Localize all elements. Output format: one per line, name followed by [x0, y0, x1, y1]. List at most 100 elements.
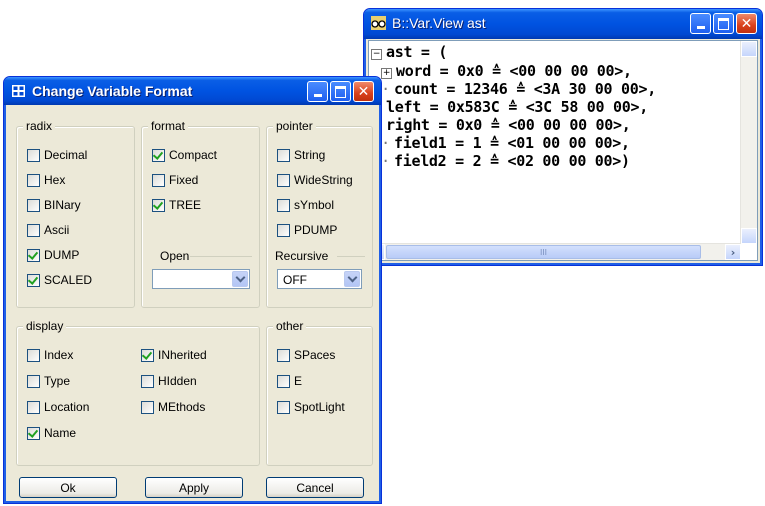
- radix-hex-checkbox[interactable]: Hex: [27, 172, 65, 188]
- scroll-right-button[interactable]: ›: [725, 244, 741, 260]
- var-view-titlebar[interactable]: B::Var.View ast ✕: [364, 9, 762, 39]
- display-group: display Index Type Location Name INherit…: [16, 319, 260, 466]
- tree-line[interactable]: · count = 12346 ≙ <3A 30 00 00>,: [381, 81, 656, 98]
- minimize-button[interactable]: [307, 81, 328, 102]
- radix-dump-checkbox[interactable]: DUMP: [27, 247, 79, 263]
- checkbox-box[interactable]: [152, 198, 165, 212]
- dialog-body: radix Decimal Hex BINary Ascii DUMP SCAL…: [8, 106, 377, 499]
- vertical-scrollbar[interactable]: [740, 41, 757, 244]
- dialog-titlebar[interactable]: Change Variable Format ✕: [4, 77, 381, 105]
- horizontal-scroll-thumb[interactable]: III: [386, 245, 701, 259]
- other-spaces-checkbox[interactable]: SPaces: [277, 347, 335, 363]
- chevron-down-icon[interactable]: [344, 271, 360, 287]
- cancel-button[interactable]: Cancel: [266, 477, 364, 498]
- close-icon: ✕: [740, 15, 753, 32]
- radix-group: radix Decimal Hex BINary Ascii DUMP SCAL…: [16, 119, 135, 308]
- radix-ascii-checkbox[interactable]: Ascii: [27, 222, 69, 238]
- tree-line[interactable]: · field1 = 1 ≙ <01 00 00 00>,: [381, 135, 630, 152]
- checkbox-box[interactable]: [277, 198, 290, 212]
- minimize-button[interactable]: [690, 13, 711, 34]
- tree-line[interactable]: − ast = (: [371, 44, 447, 61]
- open-select[interactable]: [152, 269, 250, 289]
- checkbox-box[interactable]: [27, 273, 40, 287]
- checkbox-label: Hex: [44, 173, 66, 187]
- checkbox-box[interactable]: [141, 400, 154, 414]
- checkbox-box[interactable]: [27, 198, 40, 212]
- var-view-content[interactable]: − ast = ( + word = 0x0 ≙ <00 00 00 00>, · c…: [368, 40, 758, 261]
- radix-decimal-checkbox[interactable]: Decimal: [27, 147, 87, 163]
- checkbox-box[interactable]: [277, 400, 290, 414]
- ok-button[interactable]: Ok: [19, 477, 117, 498]
- maximize-button[interactable]: [330, 81, 351, 102]
- horizontal-scrollbar[interactable]: III ›: [369, 243, 741, 260]
- tree-line[interactable]: +right = 0x0 ≙ <00 00 00 00>,: [371, 117, 631, 134]
- checkbox-box[interactable]: [152, 148, 165, 162]
- checkbox-box[interactable]: [141, 348, 154, 362]
- checkbox-box[interactable]: [277, 348, 290, 362]
- grid-icon: [12, 85, 25, 97]
- tree-line[interactable]: · field2 = 2 ≙ <02 00 00 00>): [381, 153, 630, 170]
- display-methods-checkbox[interactable]: MEthods: [141, 399, 205, 415]
- scroll-grip: III: [539, 247, 548, 257]
- checkbox-label: Index: [44, 348, 74, 362]
- checkbox-box[interactable]: [27, 148, 40, 162]
- tree-line[interactable]: + word = 0x0 ≙ <00 00 00 00>,: [381, 63, 632, 80]
- checkbox-label: sYmbol: [294, 198, 335, 212]
- change-variable-format-dialog: Change Variable Format ✕ radix Decimal H…: [3, 76, 382, 504]
- recursive-select[interactable]: OFF: [277, 269, 362, 289]
- tree-line[interactable]: +left = 0x583C ≙ <3C 58 00 00>,: [371, 99, 648, 116]
- other-e-checkbox[interactable]: E: [277, 373, 302, 389]
- checkbox-label: SCALED: [44, 273, 93, 287]
- leaf-dot-icon: ·: [381, 80, 390, 98]
- scroll-down-button[interactable]: [741, 228, 757, 244]
- display-location-checkbox[interactable]: Location: [27, 399, 89, 415]
- format-fixed-checkbox[interactable]: Fixed: [152, 172, 198, 188]
- pointer-string-checkbox[interactable]: String: [277, 147, 325, 163]
- checkbox-box[interactable]: [277, 223, 290, 237]
- format-compact-checkbox[interactable]: Compact: [152, 147, 217, 163]
- checkbox-box[interactable]: [27, 374, 40, 388]
- display-hidden-checkbox[interactable]: HIdden: [141, 373, 197, 389]
- close-icon: ✕: [357, 83, 370, 100]
- display-type-checkbox[interactable]: Type: [27, 373, 70, 389]
- apply-button[interactable]: Apply: [145, 477, 243, 498]
- display-inherited-checkbox[interactable]: INherited: [141, 347, 207, 363]
- radix-binary-checkbox[interactable]: BINary: [27, 197, 81, 213]
- scroll-up-button[interactable]: [741, 41, 757, 57]
- maximize-icon: [331, 82, 350, 101]
- pointer-symbol-checkbox[interactable]: sYmbol: [277, 197, 334, 213]
- other-spotlight-checkbox[interactable]: SpotLight: [277, 399, 345, 415]
- close-button[interactable]: ✕: [353, 81, 374, 102]
- checkbox-box[interactable]: [152, 173, 165, 187]
- checkbox-box[interactable]: [27, 248, 40, 262]
- checkbox-label: MEthods: [158, 400, 206, 414]
- checkbox-box[interactable]: [27, 426, 40, 440]
- checkbox-label: E: [294, 374, 303, 388]
- checkbox-label: HIdden: [158, 374, 197, 388]
- checkbox-label: Ascii: [44, 223, 70, 237]
- checkbox-box[interactable]: [277, 148, 290, 162]
- checkbox-box[interactable]: [277, 173, 290, 187]
- checkbox-box[interactable]: [27, 223, 40, 237]
- format-tree-checkbox[interactable]: TREE: [152, 197, 201, 213]
- pointer-widestring-checkbox[interactable]: WideString: [277, 172, 353, 188]
- maximize-button[interactable]: [713, 13, 734, 34]
- close-button[interactable]: ✕: [736, 13, 757, 34]
- collapse-icon[interactable]: −: [371, 49, 382, 60]
- display-index-checkbox[interactable]: Index: [27, 347, 73, 363]
- checkbox-label: Compact: [169, 148, 218, 162]
- open-separator: [190, 256, 252, 257]
- checkbox-label: Type: [44, 374, 71, 388]
- pointer-pdump-checkbox[interactable]: PDUMP: [277, 222, 337, 238]
- checkbox-box[interactable]: [27, 173, 40, 187]
- leaf-dot-icon: ·: [381, 134, 390, 152]
- checkbox-box[interactable]: [27, 400, 40, 414]
- radix-scaled-checkbox[interactable]: SCALED: [27, 272, 92, 288]
- recursive-select-value: OFF: [283, 273, 307, 287]
- display-name-checkbox[interactable]: Name: [27, 425, 76, 441]
- checkbox-box[interactable]: [27, 348, 40, 362]
- checkbox-box[interactable]: [141, 374, 154, 388]
- checkbox-box[interactable]: [277, 374, 290, 388]
- expand-icon[interactable]: +: [381, 68, 392, 79]
- chevron-down-icon[interactable]: [232, 271, 248, 287]
